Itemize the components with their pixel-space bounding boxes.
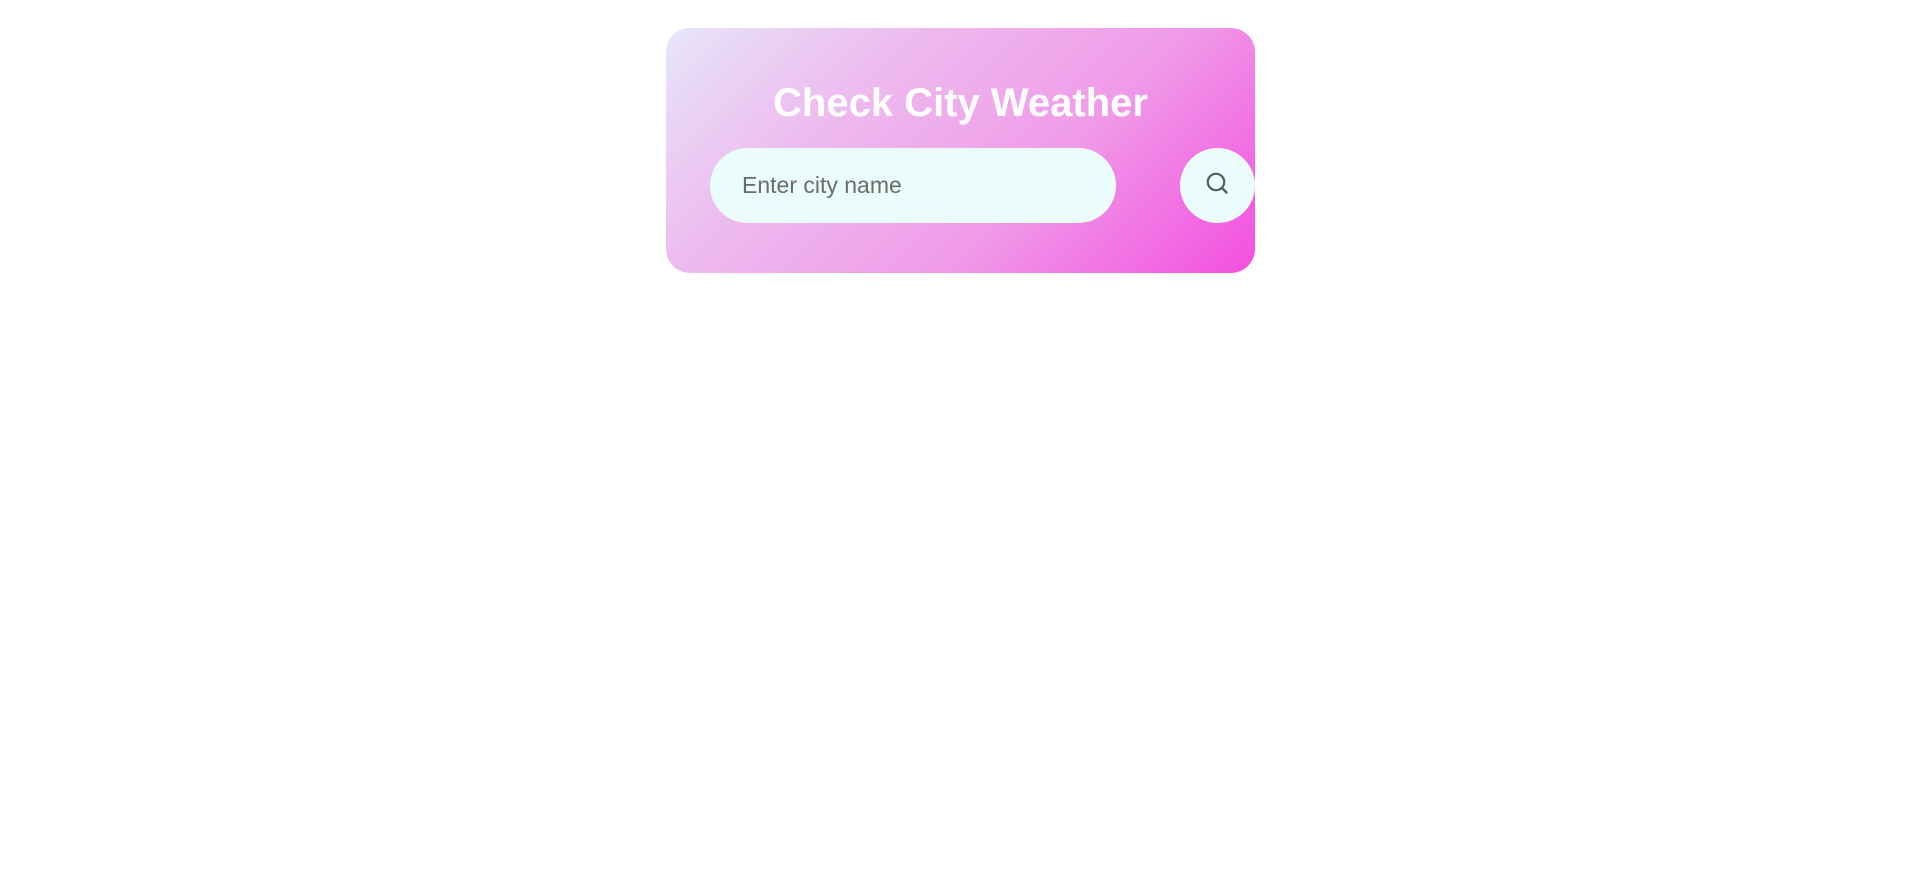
page: Check City Weather bbox=[0, 0, 1919, 895]
search-icon bbox=[1206, 172, 1228, 194]
city-search-input[interactable] bbox=[710, 148, 1116, 223]
search-button[interactable] bbox=[1180, 148, 1255, 223]
card-title: Check City Weather bbox=[773, 81, 1148, 125]
weather-card: Check City Weather bbox=[666, 28, 1255, 273]
search-row bbox=[710, 148, 1255, 223]
